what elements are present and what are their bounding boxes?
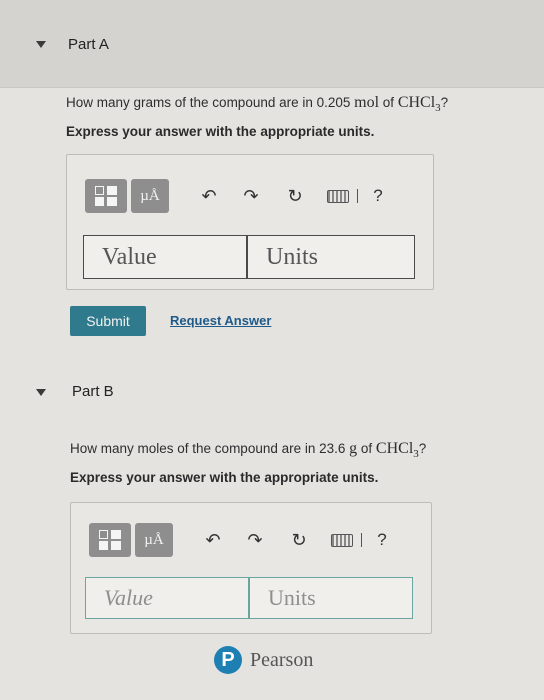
question-text: How many grams of the compound are in 0.… [66, 95, 355, 110]
units-button[interactable]: µÅ [135, 523, 173, 557]
undo-icon[interactable]: ↶ [197, 183, 221, 209]
redo-icon[interactable]: ↷ [243, 527, 267, 553]
reset-icon[interactable]: ↻ [287, 527, 311, 553]
help-icon[interactable]: ? [367, 183, 389, 209]
templates-icon [95, 186, 117, 206]
redo-icon[interactable]: ↷ [239, 183, 263, 209]
question-text-mid: of [357, 441, 376, 456]
question-unit: g [349, 440, 358, 457]
formula-main: CHCl [375, 440, 414, 457]
reset-icon[interactable]: ↻ [283, 183, 307, 209]
answer-toolbar: µÅ ↶ ↷ ↻ ? [89, 523, 409, 557]
value-input[interactable]: Value [83, 235, 247, 279]
question-mark: ? [440, 95, 449, 110]
keyboard-icon[interactable] [325, 183, 351, 209]
part-a-question: How many grams of the compound are in 0.… [66, 94, 448, 114]
part-a-header[interactable]: Part A [0, 0, 544, 88]
part-b-header[interactable]: Part B [0, 372, 544, 412]
units-input[interactable]: Units [247, 235, 415, 279]
help-icon[interactable]: ? [371, 527, 393, 553]
part-b-answer-box: µÅ ↶ ↷ ↻ ? Value Units [70, 502, 432, 634]
templates-icon [99, 530, 121, 550]
part-b-question: How many moles of the compound are in 23… [70, 440, 426, 460]
question-mark: ? [418, 441, 427, 456]
submit-button[interactable]: Submit [70, 306, 146, 336]
formula-main: CHCl [397, 94, 436, 111]
request-answer-link[interactable]: Request Answer [170, 313, 271, 328]
pearson-branding: P Pearson [214, 646, 313, 674]
templates-button[interactable] [85, 179, 127, 213]
question-text: How many moles of the compound are in 23… [70, 441, 350, 456]
chemical-formula: CHCl3 [375, 440, 419, 460]
keyboard-icon[interactable] [329, 527, 355, 553]
undo-icon[interactable]: ↶ [201, 527, 225, 553]
templates-button[interactable] [89, 523, 131, 557]
pearson-wordmark: Pearson [250, 648, 314, 671]
question-text-mid: of [379, 95, 398, 110]
collapse-caret-icon[interactable] [36, 41, 46, 48]
answer-toolbar: µÅ ↶ ↷ ↻ ? [85, 179, 405, 213]
collapse-caret-icon[interactable] [36, 389, 46, 396]
part-a-answer-box: µÅ ↶ ↷ ↻ ? Value Units [66, 154, 434, 290]
units-button[interactable]: µÅ [131, 179, 169, 213]
question-unit: mol [354, 94, 380, 111]
chemical-formula: CHCl3 [397, 94, 441, 114]
part-a-title: Part A [68, 36, 109, 53]
toolbar-divider [357, 189, 358, 203]
part-a-instruction: Express your answer with the appropriate… [66, 124, 375, 139]
pearson-logo-icon: P [214, 646, 242, 674]
part-b-instruction: Express your answer with the appropriate… [70, 470, 379, 485]
value-input[interactable]: Value [85, 577, 249, 619]
part-b-title: Part B [72, 383, 114, 400]
units-input[interactable]: Units [249, 577, 413, 619]
toolbar-divider [361, 533, 362, 547]
